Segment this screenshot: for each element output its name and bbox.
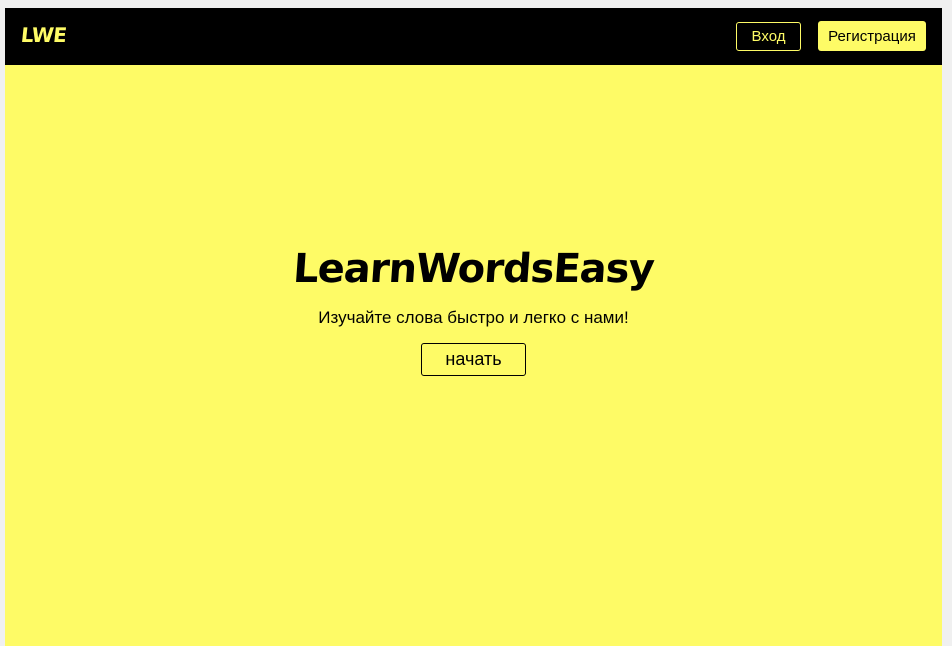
start-button[interactable]: начать: [421, 343, 526, 376]
hero-title: LearnWordsEasy: [291, 246, 656, 292]
login-button[interactable]: Вход: [736, 22, 801, 51]
top-navbar: LWE Вход Регистрация: [5, 8, 942, 65]
register-button[interactable]: Регистрация: [818, 21, 926, 51]
logo[interactable]: LWE: [20, 23, 68, 47]
hero-subtitle: Изучайте слова быстро и легко с нами!: [318, 308, 629, 327]
app-window: LWE Вход Регистрация LearnWordsEasy Изуч…: [5, 8, 942, 646]
